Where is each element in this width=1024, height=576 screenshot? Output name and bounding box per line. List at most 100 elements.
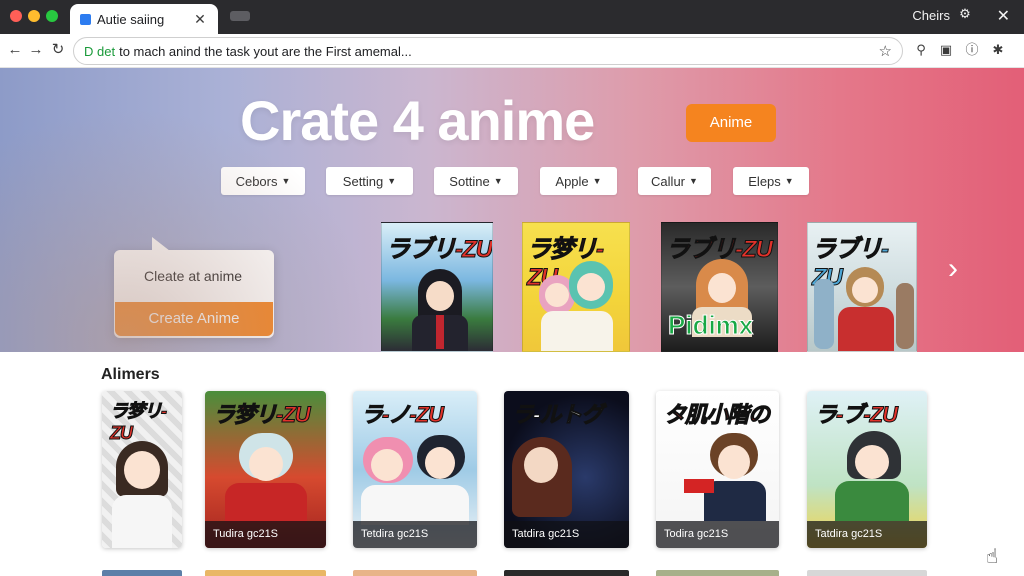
anime-card[interactable]: ラ-ブ-ZU Tatdira gc21S xyxy=(807,391,927,548)
filter-apple[interactable]: Apple ▼ xyxy=(540,167,617,195)
character-tie xyxy=(436,315,444,349)
character-scarf xyxy=(684,479,714,493)
filter-label: Cebors xyxy=(235,173,278,189)
window-minimize-dot[interactable] xyxy=(28,10,40,22)
card-logo: ラ梦リ-ZU xyxy=(110,401,168,444)
anime-card[interactable]: タ肌小階の Todira gc21S xyxy=(656,391,779,548)
next-row-card[interactable] xyxy=(656,570,779,576)
character-face xyxy=(545,283,569,307)
browser-titlebar: Autie saiing ✕ Cheirs ⚙ ✕ xyxy=(0,0,1024,34)
character-face xyxy=(708,273,736,303)
filter-cebors[interactable]: Cebors ▼ xyxy=(221,167,305,195)
back-arrow-icon[interactable]: ← xyxy=(6,41,24,59)
info-icon[interactable]: ⓘ xyxy=(964,42,980,58)
cover-subtitle: Pidimx xyxy=(667,310,754,341)
filter-eleps[interactable]: Eleps ▼ xyxy=(733,167,809,195)
anime-card[interactable]: ラ-ルトグ Tatdira gc21S xyxy=(504,391,629,548)
window-close-icon[interactable]: ✕ xyxy=(997,6,1010,26)
card-caption: Tatdira gc21S xyxy=(504,521,629,548)
character-body xyxy=(838,307,894,351)
reload-icon[interactable]: ↻ xyxy=(49,41,67,59)
hero-cover[interactable]: ラブリ-ZU xyxy=(381,222,493,352)
character-face xyxy=(124,451,160,489)
profile-label[interactable]: Cheirs xyxy=(912,8,950,23)
extension-icon[interactable]: ⚙ xyxy=(958,7,972,21)
create-anime-label: Cleate at anime xyxy=(143,268,243,284)
section-title: Alimers xyxy=(101,366,160,383)
create-anime-button[interactable]: Create Anime xyxy=(115,302,273,336)
character-face xyxy=(524,447,558,483)
filter-setting[interactable]: Setting ▼ xyxy=(326,167,413,195)
filter-sottine[interactable]: Sottine ▼ xyxy=(434,167,518,195)
window-close-dot[interactable] xyxy=(10,10,22,22)
chat-icon[interactable]: ▣ xyxy=(938,42,954,58)
character-body xyxy=(835,481,909,521)
filter-label: Setting xyxy=(342,173,384,189)
anime-card[interactable]: ラ梦リ-ZU Tudira gc21S xyxy=(205,391,326,548)
character-face xyxy=(718,445,750,479)
cover-logo: ラブリ-ZU xyxy=(386,236,492,264)
character-side xyxy=(814,279,834,349)
hand-cursor-icon: ☝ xyxy=(986,546,999,568)
tab-inactive[interactable] xyxy=(230,11,250,21)
character-body xyxy=(541,311,613,351)
filter-label: Callur xyxy=(651,173,686,189)
extensions-icon[interactable]: ✱ xyxy=(990,42,1006,58)
favicon-icon xyxy=(80,13,91,25)
forward-arrow-icon[interactable]: → xyxy=(27,41,45,59)
character-body xyxy=(225,483,307,523)
next-row-card[interactable] xyxy=(807,570,927,576)
character-face xyxy=(852,277,878,303)
chevron-down-icon: ▼ xyxy=(784,176,794,186)
card-caption: Todira gc21S xyxy=(656,521,779,548)
character-face xyxy=(426,281,454,311)
filter-label: Apple xyxy=(555,173,589,189)
browser-toolbar: ← → ↻ D det to mach anind the task yout … xyxy=(0,34,1024,68)
anime-card[interactable]: ラ梦リ-ZU xyxy=(102,391,182,548)
next-row-card[interactable] xyxy=(205,570,326,576)
filter-label: Sottine xyxy=(449,173,490,189)
chevron-down-icon: ▼ xyxy=(592,176,602,186)
character-side xyxy=(896,283,914,349)
tab-active[interactable]: Autie saiing ✕ xyxy=(70,4,218,34)
chevron-down-icon: ▼ xyxy=(387,176,397,186)
anime-card[interactable]: ラ-ノ-ZU Tetdira gc21S xyxy=(353,391,477,548)
card-caption: Tudira gc21S xyxy=(205,521,326,548)
character-face xyxy=(855,445,889,479)
address-prefix: D det xyxy=(84,43,116,59)
character-face xyxy=(425,447,455,479)
chevron-down-icon: ▼ xyxy=(493,176,503,186)
card-logo: ラ-ルトグ xyxy=(511,402,603,428)
character-body xyxy=(361,485,469,525)
tab-close-icon[interactable]: ✕ xyxy=(192,11,208,28)
next-row-card[interactable] xyxy=(504,570,629,576)
character-body xyxy=(112,495,172,548)
create-anime-card: Cleate at anime Create Anime xyxy=(114,237,274,338)
star-icon[interactable]: ☆ xyxy=(879,42,892,60)
next-row-card[interactable] xyxy=(353,570,477,576)
card-logo: タ肌小階の xyxy=(663,402,770,428)
hero-title: Crate 4 anime xyxy=(240,89,595,152)
character-face xyxy=(577,273,605,301)
chevron-down-icon: ▼ xyxy=(281,176,291,186)
card-caption: Tetdira gc21S xyxy=(353,521,477,548)
hero-cover[interactable]: ラブリ-ZU Pidimx xyxy=(661,222,778,352)
anime-badge-button[interactable]: Anime xyxy=(686,104,776,142)
character-face xyxy=(249,447,283,481)
address-bar[interactable]: D det to mach anind the task yout are th… xyxy=(73,37,903,65)
character-face xyxy=(371,449,403,481)
tab-title: Autie saiing xyxy=(97,11,165,27)
card-logo: ラ-ブ-ZU xyxy=(815,402,899,428)
card-logo: ラ-ノ-ZU xyxy=(361,402,445,428)
window-maximize-dot[interactable] xyxy=(46,10,58,22)
location-icon[interactable]: ⚲ xyxy=(913,42,929,58)
hero-cover[interactable]: ラブリ-ZU xyxy=(807,222,917,352)
hero-cover[interactable]: ラ梦リ-ZU xyxy=(522,222,630,352)
next-row-card[interactable] xyxy=(102,570,182,576)
filter-label: Eleps xyxy=(748,173,781,189)
hero-banner: Crate 4 anime Anime Cebors ▼ Setting ▼ Sot… xyxy=(0,68,1024,352)
card-caption: Tatdira gc21S xyxy=(807,521,927,548)
filter-callur[interactable]: Callur ▼ xyxy=(638,167,711,195)
chevron-right-icon[interactable]: › xyxy=(948,252,958,286)
address-text[interactable]: to mach anind the task yout are the Firs… xyxy=(119,44,878,59)
